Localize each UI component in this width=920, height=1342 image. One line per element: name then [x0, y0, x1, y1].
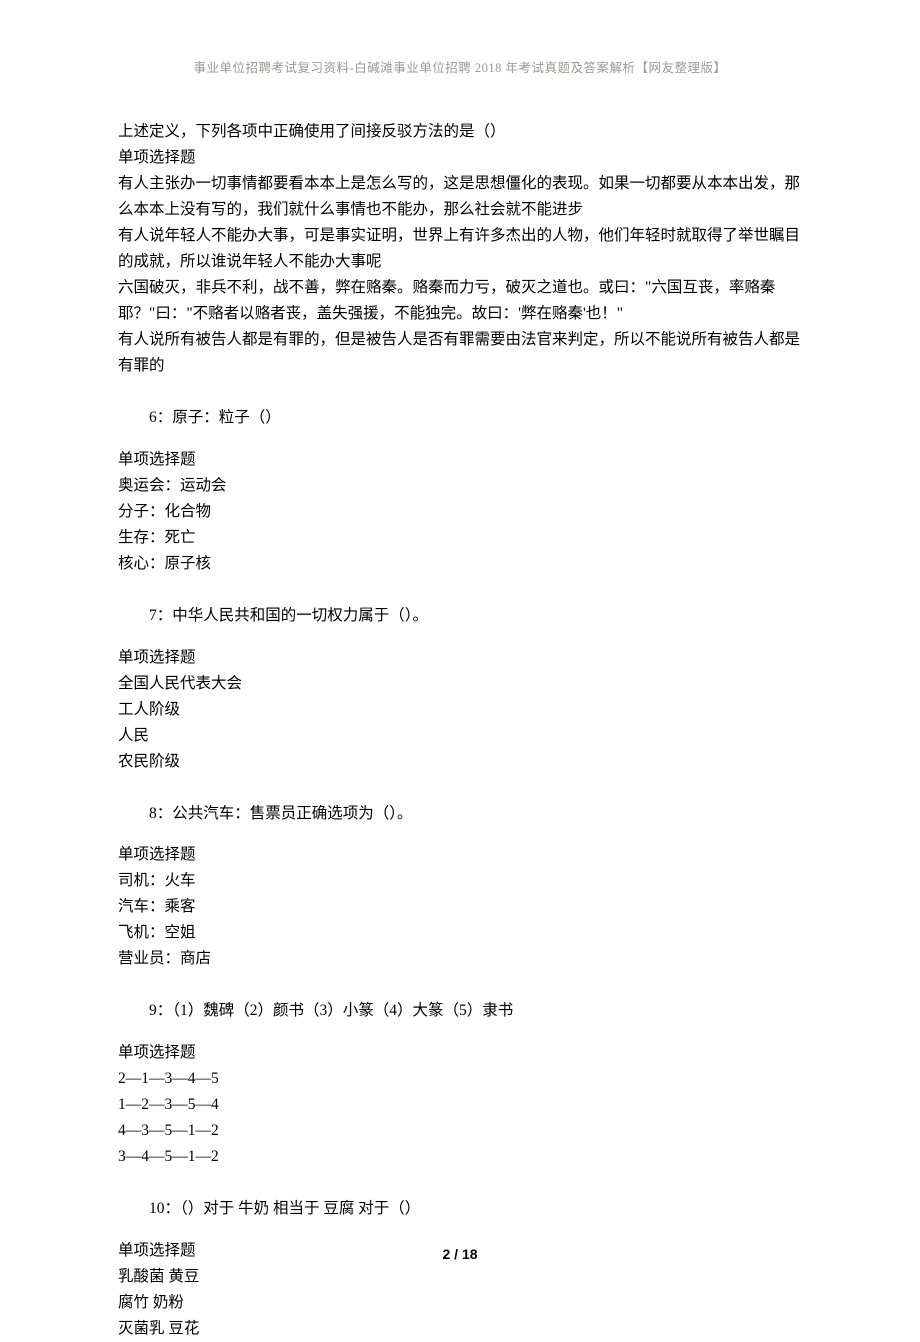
q9-type: 单项选择题	[118, 1040, 802, 1066]
q6-option-d: 核心：原子核	[118, 551, 802, 577]
q5-option-a: 有人主张办一切事情都要看本本上是怎么写的，这是思想僵化的表现。如果一切都要从本本…	[118, 171, 802, 223]
q8-option-b: 汽车：乘客	[118, 894, 802, 920]
q10-option-c: 灭菌乳 豆花	[118, 1316, 802, 1342]
question-8: 8：公共汽车：售票员正确选项为（）。 单项选择题 司机：火车 汽车：乘客 飞机：…	[118, 801, 802, 973]
question-5-continuation: 上述定义，下列各项中正确使用了间接反驳方法的是（） 单项选择题 有人主张办一切事…	[118, 119, 802, 379]
q9-option-d: 3—4—5—1—2	[118, 1144, 802, 1170]
q7-option-d: 农民阶级	[118, 749, 802, 775]
q7-option-b: 工人阶级	[118, 697, 802, 723]
question-10: 10：（）对于 牛奶 相当于 豆腐 对于（） 单项选择题 乳酸菌 黄豆 腐竹 奶…	[118, 1196, 802, 1342]
q7-option-a: 全国人民代表大会	[118, 671, 802, 697]
q10-option-a: 乳酸菌 黄豆	[118, 1264, 802, 1290]
q7-type: 单项选择题	[118, 645, 802, 671]
page-number: 2 / 18	[0, 1246, 920, 1262]
q10-option-b: 腐竹 奶粉	[118, 1290, 802, 1316]
q6-option-a: 奥运会：运动会	[118, 473, 802, 499]
q5-option-b: 有人说年轻人不能办大事，可是事实证明，世界上有许多杰出的人物，他们年轻时就取得了…	[118, 223, 802, 275]
q9-option-a: 2—1—3—4—5	[118, 1066, 802, 1092]
question-9: 9：（1）魏碑（2）颜书（3）小篆（4）大篆（5）隶书 单项选择题 2—1—3—…	[118, 998, 802, 1170]
q9-option-b: 1—2—3—5—4	[118, 1092, 802, 1118]
q7-option-c: 人民	[118, 723, 802, 749]
q6-title: 6：原子：粒子（）	[118, 405, 802, 431]
q9-option-c: 4—3—5—1—2	[118, 1118, 802, 1144]
q6-option-b: 分子：化合物	[118, 499, 802, 525]
question-6: 6：原子：粒子（） 单项选择题 奥运会：运动会 分子：化合物 生存：死亡 核心：…	[118, 405, 802, 577]
q8-option-a: 司机：火车	[118, 868, 802, 894]
q8-option-d: 营业员：商店	[118, 946, 802, 972]
q5-type: 单项选择题	[118, 145, 802, 171]
q8-title: 8：公共汽车：售票员正确选项为（）。	[118, 801, 802, 827]
page-header: 事业单位招聘考试复习资料-白碱滩事业单位招聘 2018 年考试真题及答案解析【网…	[118, 58, 802, 79]
q5-option-d: 有人说所有被告人都是有罪的，但是被告人是否有罪需要由法官来判定，所以不能说所有被…	[118, 327, 802, 379]
q5-option-c: 六国破灭，非兵不利，战不善，弊在赂秦。赂秦而力亏，破灭之道也。或曰："六国互丧，…	[118, 275, 802, 327]
q6-option-c: 生存：死亡	[118, 525, 802, 551]
q7-title: 7：中华人民共和国的一切权力属于（）。	[118, 603, 802, 629]
q8-type: 单项选择题	[118, 842, 802, 868]
question-7: 7：中华人民共和国的一切权力属于（）。 单项选择题 全国人民代表大会 工人阶级 …	[118, 603, 802, 775]
q8-option-c: 飞机：空姐	[118, 920, 802, 946]
q5-stem: 上述定义，下列各项中正确使用了间接反驳方法的是（）	[118, 119, 802, 145]
q6-type: 单项选择题	[118, 447, 802, 473]
q10-title: 10：（）对于 牛奶 相当于 豆腐 对于（）	[118, 1196, 802, 1222]
q9-title: 9：（1）魏碑（2）颜书（3）小篆（4）大篆（5）隶书	[118, 998, 802, 1024]
